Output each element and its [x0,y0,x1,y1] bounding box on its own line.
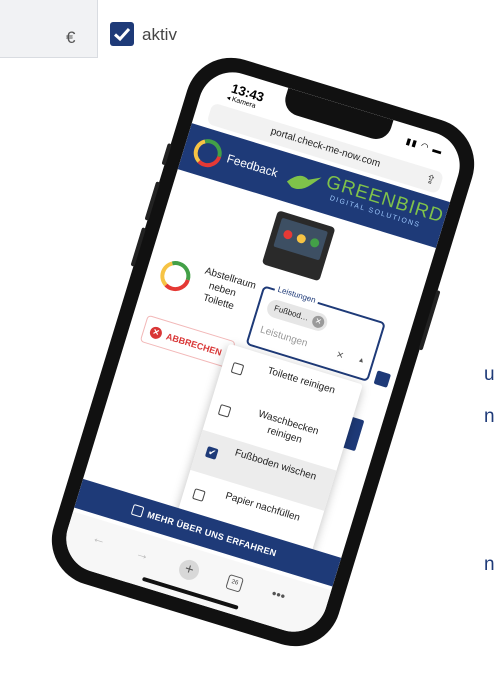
forward-arrow-icon[interactable]: → [134,544,152,563]
clear-selection-icon[interactable]: × [335,347,346,362]
cancel-button-label: ABBRECHEN [164,331,223,358]
services-search-input[interactable]: Leistungen [259,325,309,350]
screenshot-stage: € aktiv u n n 13:43 ◂ Kamera ▮▮ ◠ ▬ port… [0,0,498,689]
aktiv-label: aktiv [142,25,177,44]
close-icon: ✕ [148,325,164,341]
checkbox-icon [192,488,206,502]
aktiv-checkbox[interactable] [110,22,134,46]
chip-remove-icon[interactable]: ✕ [310,314,326,330]
more-menu-icon[interactable]: ••• [270,585,287,603]
checkbox-icon [217,403,232,418]
checkbox-icon [230,361,245,376]
feedback-terminal-image [261,210,336,282]
signal-wifi-battery-icon: ▮▮ ◠ ▬ [404,135,444,157]
tabs-count-icon[interactable]: 26 [225,573,244,593]
background-text-fragment: n [484,554,495,575]
greenbird-bird-icon [286,175,322,190]
checkmark-icon [113,27,131,42]
chevron-up-icon[interactable]: ▲ [357,356,366,365]
currency-symbol: € [66,28,76,47]
cancel-button[interactable]: ✕ ABBRECHEN [139,314,236,369]
external-link-icon [130,503,145,518]
feedback-nav-label[interactable]: Feedback [225,151,279,180]
status-ring-icon [160,261,191,292]
background-text-fragment: n [484,406,495,427]
checkbox-checked-icon: ✔ [204,446,219,460]
background-text-fragment: u [484,364,495,385]
partial-checkbox[interactable] [373,370,392,388]
check-me-now-logo-icon[interactable] [188,133,228,173]
new-tab-icon[interactable]: + [176,557,202,583]
smartphone: 13:43 ◂ Kamera ▮▮ ◠ ▬ portal.check-me-no… [40,46,486,658]
back-arrow-icon[interactable]: ← [90,529,108,548]
chip-label: Fußbod… [273,303,310,323]
price-input[interactable]: € [0,0,98,58]
